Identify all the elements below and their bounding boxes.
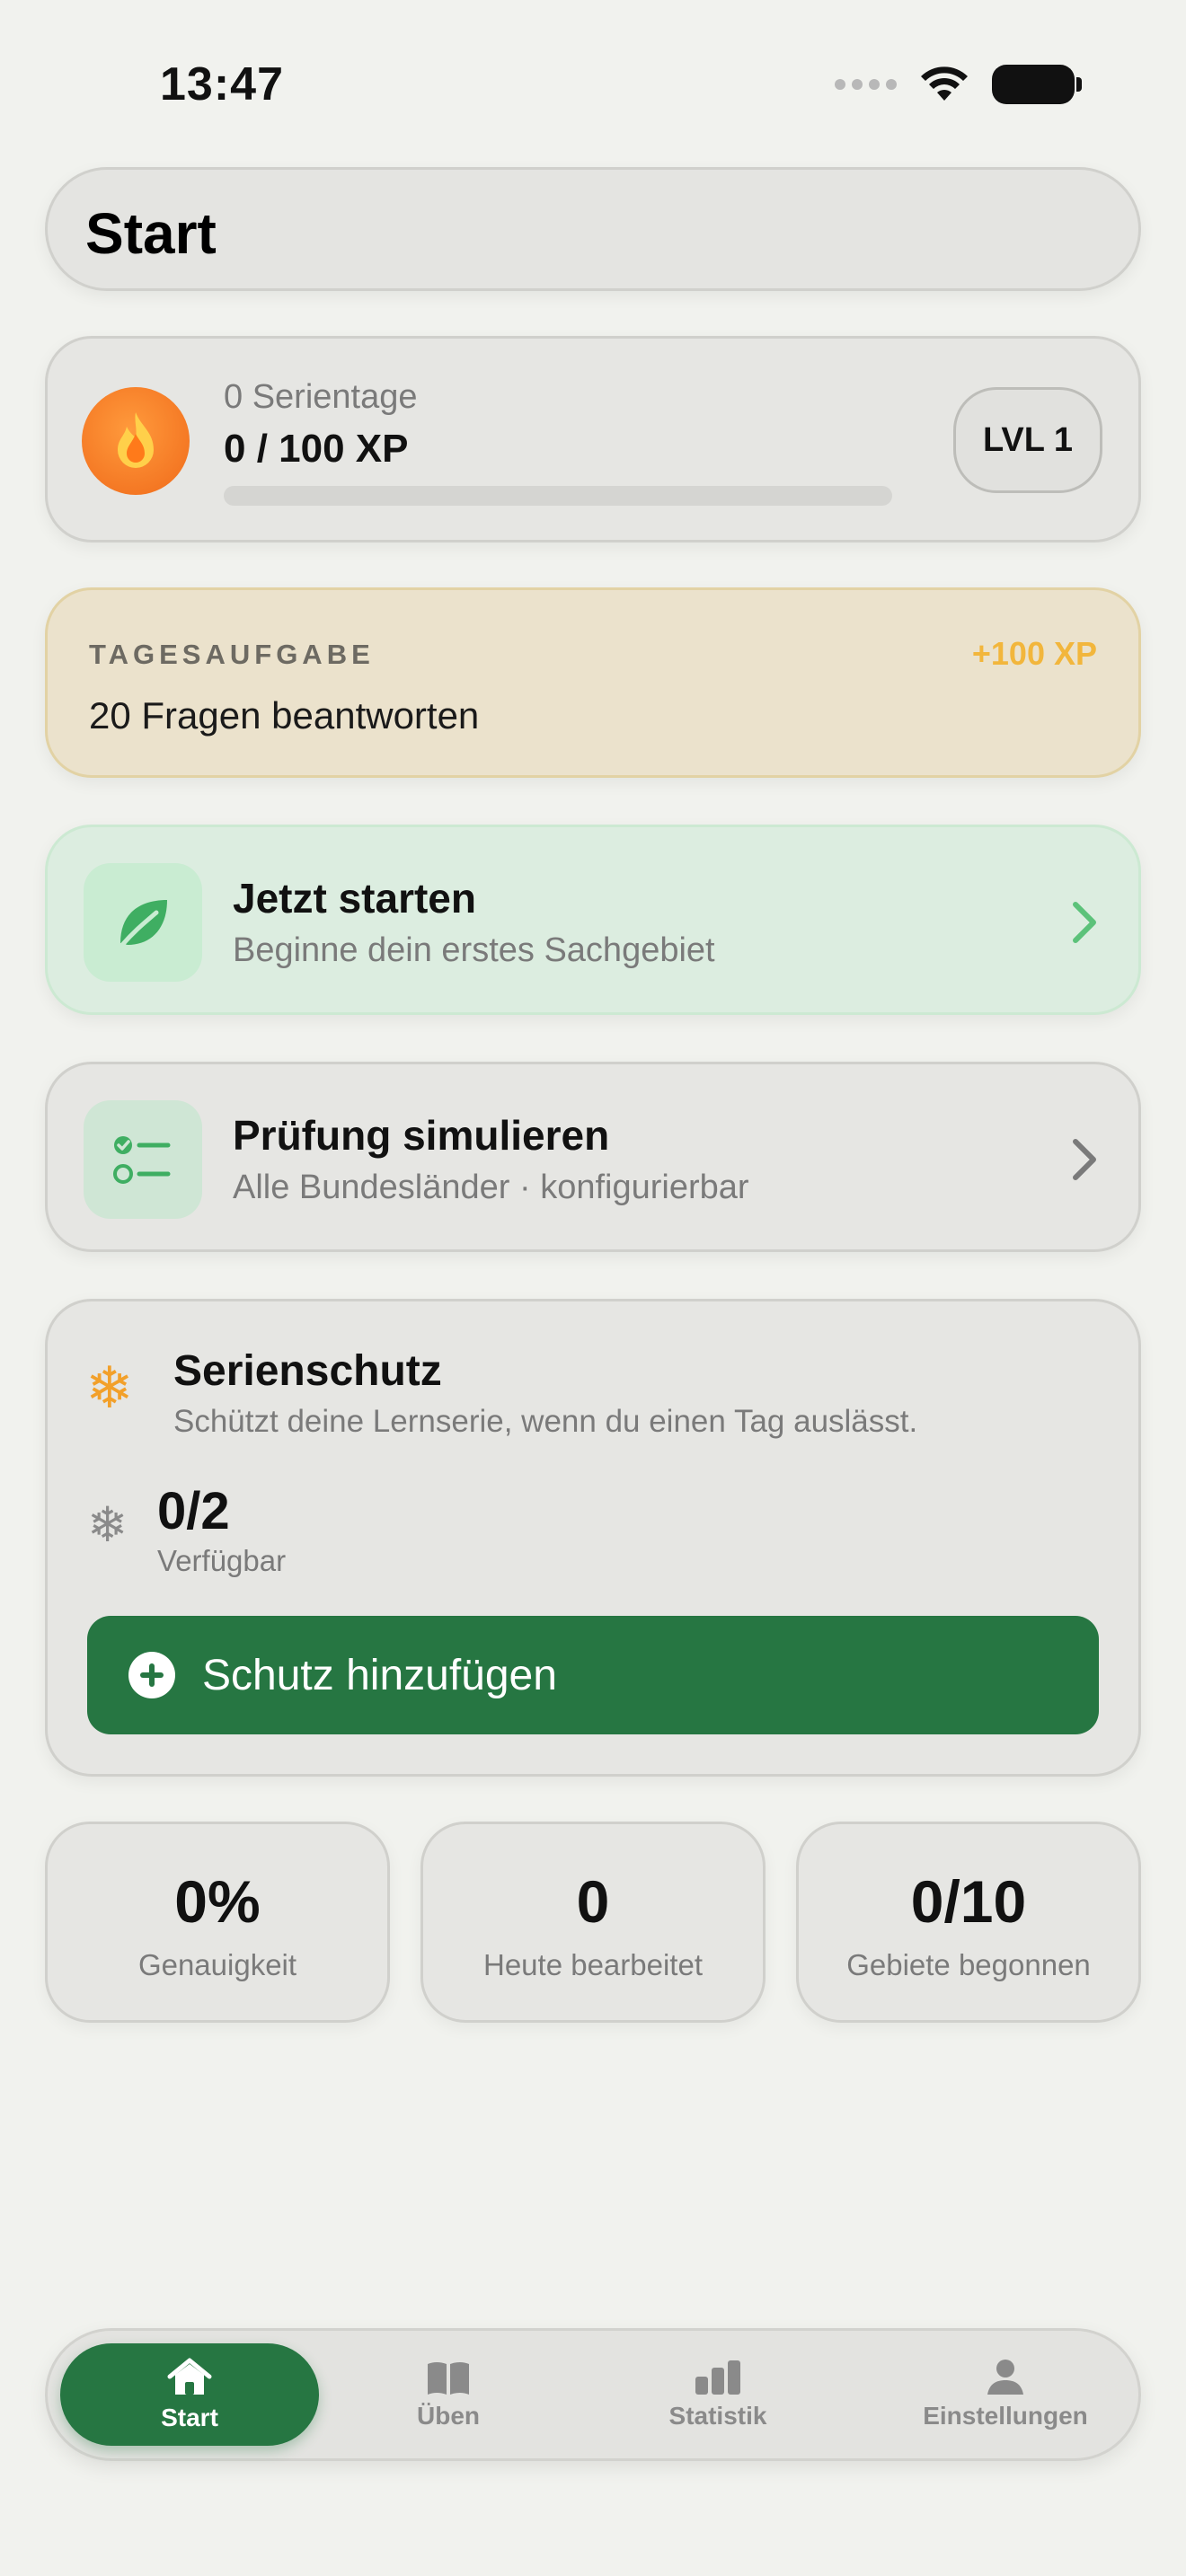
status-indicators (835, 65, 1082, 104)
plus-circle-icon (128, 1652, 175, 1698)
start-now-button[interactable]: Jetzt starten Beginne dein erstes Sachge… (45, 825, 1141, 1015)
exam-simulation-subtitle: Alle Bundesländer · konfigurierbar (233, 1169, 749, 1206)
stat-label: Heute bearbeitet (482, 1948, 703, 1981)
streak-days: 0 Serientage (224, 378, 418, 416)
wifi-icon (921, 66, 968, 101)
book-icon (428, 2362, 469, 2395)
snowflake-icon: ❄ (85, 1355, 134, 1420)
tab-label: Üben (417, 2402, 480, 2430)
tab-statistics[interactable]: Statistik (619, 2343, 817, 2446)
status-time: 13:47 (160, 58, 284, 110)
xp-label: 0 / 100 XP (224, 427, 409, 471)
streak-freeze-subtitle: Schützt deine Lernserie, wenn du einen T… (173, 1404, 918, 1439)
bar-chart-icon (695, 2360, 740, 2395)
stat-value: 0 (576, 1868, 610, 1935)
tab-label: Statistik (668, 2402, 767, 2430)
stat-label: Genauigkeit (137, 1948, 297, 1981)
home-screen: 13:47 Start 0 Serientage 0 / 100 XP LVL … (0, 0, 1186, 2576)
streak-freeze-title: Serienschutz (173, 1347, 442, 1395)
flame-icon (82, 387, 190, 495)
tab-label: Start (161, 2404, 218, 2431)
tab-start[interactable]: Start (60, 2343, 319, 2446)
daily-task-reward: +100 XP (971, 635, 1097, 672)
stat-value: 0/10 (910, 1868, 1027, 1935)
tab-bar: Start Üben Statistik Einstellungen (45, 2328, 1141, 2461)
streak-freeze-count: 0/2 (157, 1482, 230, 1540)
page-title: Start (85, 201, 217, 266)
tab-practice[interactable]: Üben (350, 2343, 547, 2446)
daily-task-card[interactable]: TAGESAUFGABE +100 XP 20 Fragen beantwort… (45, 587, 1141, 778)
leaf-icon (84, 863, 202, 982)
xp-progress-bar (224, 486, 892, 506)
add-streak-freeze-button[interactable]: Schutz hinzufügen (87, 1616, 1099, 1734)
start-now-subtitle: Beginne dein erstes Sachgebiet (233, 931, 715, 969)
daily-task-eyebrow: TAGESAUFGABE (89, 639, 375, 670)
chevron-right-icon (1073, 1139, 1096, 1180)
person-icon (987, 2360, 1023, 2395)
house-icon (167, 2358, 212, 2395)
tab-settings[interactable]: Einstellungen (889, 2343, 1122, 2446)
add-streak-freeze-label: Schutz hinzufügen (202, 1651, 557, 1699)
chevron-right-icon (1073, 902, 1096, 943)
start-now-title: Jetzt starten (233, 875, 476, 922)
exam-simulation-button[interactable]: Prüfung simulieren Alle Bundesländer · k… (45, 1062, 1141, 1252)
exam-simulation-title: Prüfung simulieren (233, 1112, 610, 1159)
progress-card[interactable]: 0 Serientage 0 / 100 XP LVL 1 (45, 336, 1141, 543)
stat-areas-started: 0/10 Gebiete begonnen (796, 1822, 1141, 2023)
streak-freeze-card: ❄ Serienschutz Schützt deine Lernserie, … (45, 1299, 1141, 1777)
stat-today-done: 0 Heute bearbeitet (420, 1822, 766, 2023)
battery-icon (992, 65, 1082, 104)
cellular-signal-icon (835, 79, 897, 90)
stat-accuracy: 0% Genauigkeit (45, 1822, 390, 2023)
level-badge[interactable]: LVL 1 (953, 387, 1102, 493)
tab-label: Einstellungen (923, 2402, 1088, 2430)
snowflake-icon: ❄ (87, 1498, 128, 1552)
streak-freeze-count-label: Verfügbar (157, 1544, 287, 1577)
stat-value: 0% (174, 1868, 261, 1935)
stat-label: Gebiete begonnen (846, 1948, 1091, 1981)
daily-task-title: 20 Fragen beantworten (89, 694, 480, 737)
checklist-icon (84, 1100, 202, 1219)
header-bar: Start (45, 167, 1141, 291)
